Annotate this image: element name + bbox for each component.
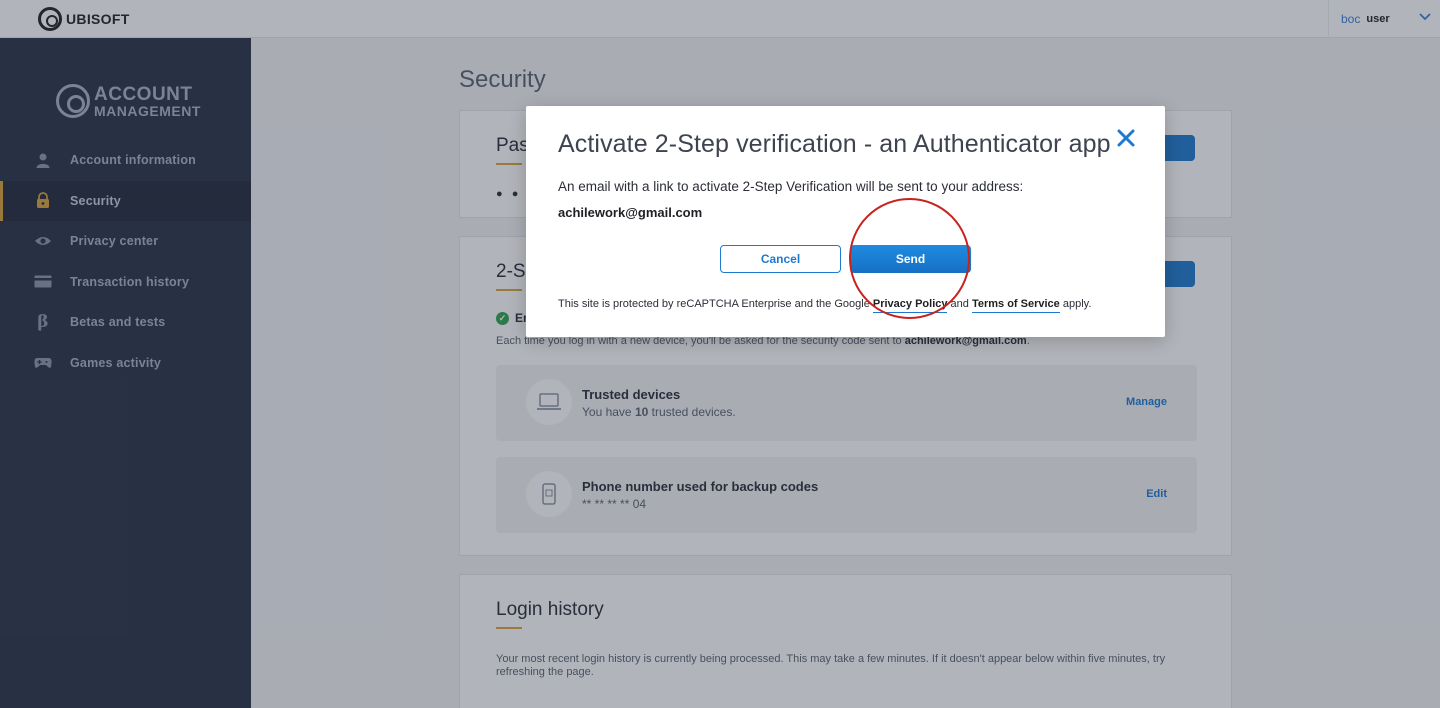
recaptcha-notice: This site is protected by reCAPTCHA Ente…	[558, 298, 1091, 313]
send-button[interactable]: Send	[850, 245, 971, 273]
activate-2fa-modal: Activate 2-Step verification - an Authen…	[526, 106, 1165, 337]
terms-of-service-link[interactable]: Terms of Service	[971, 298, 1060, 313]
modal-description: An email with a link to activate 2-Step …	[558, 179, 1024, 194]
cancel-button[interactable]: Cancel	[720, 245, 841, 273]
close-icon[interactable]	[1114, 126, 1138, 150]
modal-title: Activate 2-Step verification - an Authen…	[558, 130, 1111, 158]
privacy-policy-link[interactable]: Privacy Policy	[872, 298, 948, 313]
modal-email: achilework@gmail.com	[558, 205, 703, 220]
